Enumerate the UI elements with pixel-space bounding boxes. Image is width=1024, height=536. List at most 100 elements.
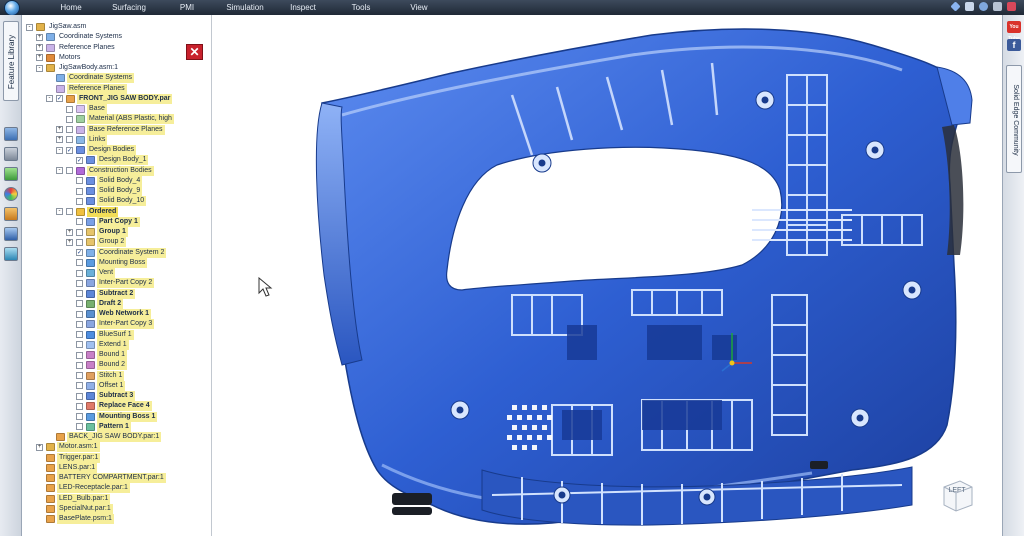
tree-item[interactable]: Web Network 1 [66, 309, 152, 319]
tree-item[interactable]: + Coordinate Systems [36, 32, 124, 42]
jigsaw-body-model[interactable] [212, 15, 1002, 536]
tree-item[interactable]: LED_Bulb.par:1 [36, 493, 111, 504]
visibility-checkbox[interactable]: ✓ [56, 95, 63, 103]
tab-inspect[interactable]: Inspect [274, 2, 332, 13]
tree-item[interactable]: Replace Face 4 [66, 401, 152, 412]
expand-icon[interactable]: + [66, 238, 73, 246]
visibility-checkbox[interactable] [76, 197, 83, 205]
tree-item[interactable]: - ✓ FRONT_JIG SAW BODY.par [46, 93, 173, 104]
visibility-checkbox[interactable] [76, 300, 83, 308]
sensor-icon[interactable] [4, 167, 18, 181]
tree-item[interactable]: - JigSawBody.asm:1 [36, 63, 120, 73]
visibility-checkbox[interactable] [76, 351, 83, 359]
tree-item[interactable]: LED-Receptacle.par:1 [36, 483, 130, 494]
visibility-checkbox[interactable] [66, 136, 73, 144]
tree-item[interactable]: + Base Reference Planes [56, 124, 165, 135]
teamcenter-icon[interactable] [4, 247, 18, 261]
tree-item[interactable]: Bound 2 [66, 360, 128, 371]
tree-item[interactable]: Bound 1 [66, 350, 128, 360]
tree-item[interactable]: + Motors [36, 53, 82, 63]
visibility-checkbox[interactable] [76, 372, 83, 379]
tab-tools[interactable]: Tools [332, 2, 390, 13]
display-icon[interactable] [4, 147, 18, 161]
tree-item[interactable]: Subtract 3 [66, 391, 136, 401]
visibility-checkbox[interactable] [76, 331, 83, 338]
visibility-checkbox[interactable] [76, 187, 83, 195]
info-icon[interactable] [979, 2, 988, 11]
tree-item[interactable]: Base [56, 104, 107, 114]
tree-item[interactable]: LENS.par:1 [36, 462, 98, 473]
visibility-checkbox[interactable] [76, 382, 83, 390]
collapse-icon[interactable]: - [56, 146, 63, 154]
tree-item[interactable]: Solid Body_9 [66, 186, 143, 196]
tab-surfacing[interactable]: Surfacing [100, 2, 158, 13]
visibility-checkbox[interactable] [66, 105, 73, 113]
select-tools-icon[interactable] [4, 207, 18, 221]
close-icon[interactable] [1007, 2, 1016, 11]
relationship-icon[interactable] [4, 227, 18, 241]
tab-pmi[interactable]: PMI [158, 2, 216, 13]
expand-icon[interactable]: + [36, 443, 43, 451]
tree-item[interactable]: Material (ABS Plastic, high [56, 114, 174, 125]
feature-library-tab[interactable]: Feature Library [3, 21, 19, 101]
expand-icon[interactable]: + [66, 228, 73, 236]
graphics-window[interactable]: LEFT [212, 15, 1002, 536]
collapse-icon[interactable]: - [26, 23, 33, 31]
visibility-checkbox[interactable] [76, 320, 83, 328]
tab-simulation[interactable]: Simulation [216, 2, 274, 13]
collapse-icon[interactable]: - [36, 64, 43, 72]
tree-item[interactable]: Trigger.par:1 [36, 452, 101, 463]
tree-item[interactable]: Solid Body_4 [66, 175, 143, 186]
visibility-checkbox[interactable] [66, 126, 73, 133]
tree-item[interactable]: + Motor.asm:1 [36, 442, 100, 453]
tree-item[interactable]: Pattern 1 [66, 421, 131, 432]
close-pathfinder-button[interactable]: ✕ [186, 44, 203, 60]
diamond-icon[interactable] [950, 1, 961, 12]
tree-item[interactable]: Part Copy 1 [66, 216, 140, 227]
tree-item[interactable]: ✓ Coordinate System 2 [66, 247, 167, 258]
tree-item[interactable]: Coordinate Systems [46, 73, 135, 84]
visibility-checkbox[interactable] [76, 279, 83, 287]
visibility-checkbox[interactable] [76, 341, 83, 349]
visibility-checkbox[interactable] [76, 238, 83, 246]
visibility-checkbox[interactable] [76, 392, 83, 400]
visibility-checkbox[interactable] [76, 259, 83, 267]
view-cube-icon[interactable] [938, 475, 976, 513]
collapse-icon[interactable]: - [56, 208, 63, 215]
tree-item[interactable]: Reference Planes [46, 83, 127, 94]
tree-item[interactable]: ✓ Design Body_1 [66, 155, 149, 166]
tree-item[interactable]: - JigSaw.asm [26, 22, 88, 32]
tree-item[interactable]: Stitch 1 [66, 370, 125, 381]
tab-view[interactable]: View [390, 2, 448, 13]
visibility-checkbox[interactable] [76, 228, 83, 236]
tree-item[interactable]: Offset 1 [66, 380, 126, 391]
tree-item[interactable]: Mounting Boss [66, 257, 148, 268]
tree-item[interactable]: - Construction Bodies [56, 165, 154, 176]
tree-item[interactable]: BlueSurf 1 [66, 329, 134, 340]
search-icon[interactable] [965, 2, 974, 11]
tree-item[interactable]: Inter-Part Copy 3 [66, 319, 155, 330]
collapse-icon[interactable]: - [56, 167, 63, 174]
visibility-checkbox[interactable]: ✓ [76, 156, 83, 164]
expand-icon[interactable]: + [56, 136, 63, 144]
visibility-checkbox[interactable] [76, 269, 83, 277]
visibility-checkbox[interactable] [76, 413, 83, 420]
tree-item[interactable]: Vent [66, 268, 116, 278]
visibility-checkbox[interactable] [76, 402, 83, 410]
visibility-checkbox[interactable] [66, 115, 73, 123]
visibility-checkbox[interactable] [76, 177, 83, 185]
solid-edge-community-tab[interactable]: Solid Edge Community [1006, 65, 1022, 173]
tree-item[interactable]: + Group 1 [66, 227, 128, 237]
facebook-icon[interactable]: f [1007, 39, 1021, 51]
tree-item[interactable]: - Ordered [56, 206, 119, 217]
color-palette-icon[interactable] [4, 187, 18, 201]
tree-item[interactable]: BACK_JIG SAW BODY.par:1 [46, 432, 162, 442]
visibility-checkbox[interactable] [66, 167, 73, 174]
tree-item[interactable]: BasePlate.psm:1 [36, 514, 114, 524]
visibility-checkbox[interactable]: ✓ [66, 146, 73, 154]
visibility-checkbox[interactable] [76, 361, 83, 369]
expand-icon[interactable]: + [36, 44, 43, 51]
collapse-icon[interactable]: - [46, 95, 53, 103]
expand-icon[interactable]: + [36, 54, 43, 62]
layers-icon[interactable] [4, 127, 18, 141]
